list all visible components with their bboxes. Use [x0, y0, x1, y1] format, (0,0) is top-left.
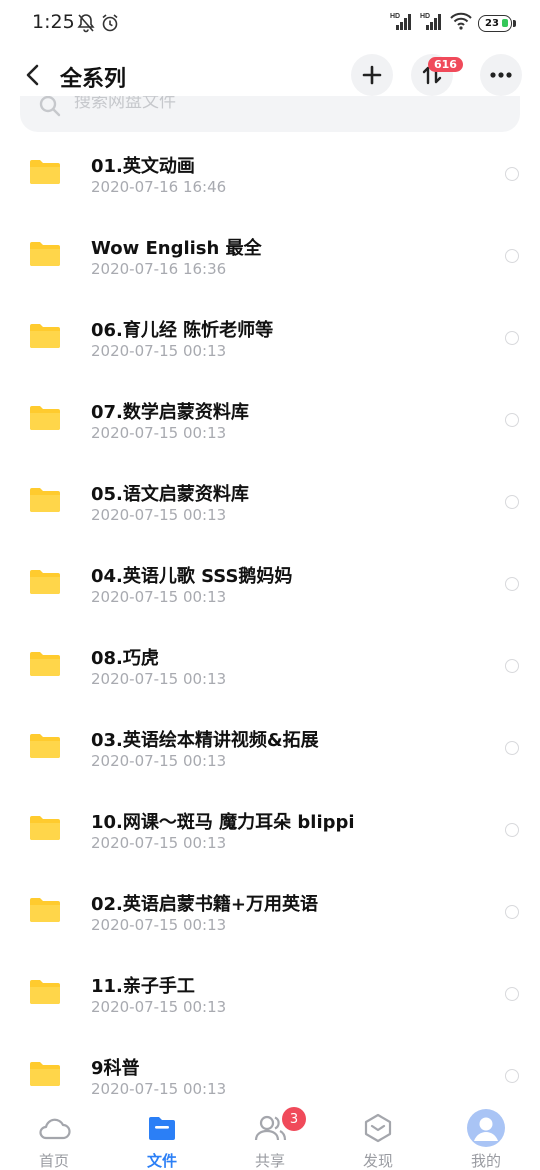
list-item[interactable]: 07.数学启蒙资料库 2020-07-15 00:13 — [0, 378, 540, 460]
file-name: Wow English 最全 — [91, 238, 262, 259]
select-checkbox[interactable] — [505, 413, 519, 427]
nav-files[interactable]: 文件 — [108, 1104, 216, 1170]
chevron-left-icon — [26, 64, 39, 86]
list-item[interactable]: 02.英语启蒙书籍+万用英语 2020-07-15 00:13 — [0, 870, 540, 952]
battery-level: 23 — [485, 17, 499, 29]
avatar-icon — [466, 1108, 506, 1148]
transfer-count-badge: 616 — [428, 57, 463, 72]
search-placeholder: 搜索网盘文件 — [74, 96, 176, 112]
wifi-icon — [450, 12, 472, 34]
file-name: 10.网课～斑马 魔力耳朵 blippi — [91, 812, 355, 833]
nav-home[interactable]: 首页 — [0, 1104, 108, 1170]
file-date: 2020-07-15 00:13 — [91, 588, 227, 606]
nav-share[interactable]: 共享 — [216, 1104, 324, 1170]
bottom-nav: 首页 文件 共享 发现 我的 — [0, 1104, 540, 1170]
nav-home-label: 首页 — [38, 1152, 69, 1170]
file-name: 07.数学启蒙资料库 — [91, 402, 249, 423]
list-item[interactable]: 05.语文启蒙资料库 2020-07-15 00:13 — [0, 460, 540, 542]
file-date: 2020-07-15 00:13 — [91, 916, 227, 934]
nav-me-label: 我的 — [470, 1152, 501, 1170]
status-time: 1:25 — [32, 11, 75, 33]
file-name: 11.亲子手工 — [91, 976, 195, 997]
search-bar[interactable]: 搜索网盘文件 — [20, 96, 520, 132]
folder-icon — [144, 1110, 180, 1146]
signal-icon-2: HD — [420, 11, 444, 35]
select-checkbox[interactable] — [505, 741, 519, 755]
svg-text:HD: HD — [390, 13, 400, 20]
file-date: 2020-07-15 00:13 — [91, 1080, 227, 1098]
signal-icon: HD — [390, 11, 414, 35]
select-checkbox[interactable] — [505, 905, 519, 919]
file-date: 2020-07-15 00:13 — [91, 998, 227, 1016]
nav-me[interactable]: 我的 — [432, 1104, 540, 1170]
nav-share-label: 共享 — [254, 1152, 285, 1170]
file-date: 2020-07-16 16:46 — [91, 178, 227, 196]
svg-text:HD: HD — [420, 13, 430, 20]
file-date: 2020-07-15 00:13 — [91, 342, 227, 360]
file-date: 2020-07-15 00:13 — [91, 670, 227, 688]
folder-icon — [30, 980, 60, 1004]
list-item[interactable]: 03.英语绘本精讲视频&拓展 2020-07-15 00:13 — [0, 706, 540, 788]
status-bar: 1:25 HD HD 23 — [0, 0, 540, 46]
folder-icon — [30, 652, 60, 676]
list-item[interactable]: 11.亲子手工 2020-07-15 00:13 — [0, 952, 540, 1034]
list-item[interactable]: 10.网课～斑马 魔力耳朵 blippi 2020-07-15 00:13 — [0, 788, 540, 870]
file-list: 01.英文动画 2020-07-16 16:46 Wow English 最全 202… — [0, 132, 540, 1116]
folder-icon — [30, 898, 60, 922]
share-count-badge: 3 — [282, 1107, 306, 1131]
file-name: 02.英语启蒙书籍+万用英语 — [91, 894, 318, 915]
folder-icon — [30, 406, 60, 430]
file-date: 2020-07-15 00:13 — [91, 752, 227, 770]
select-checkbox[interactable] — [505, 1069, 519, 1083]
search-icon — [38, 96, 62, 122]
folder-icon — [30, 734, 60, 758]
alarm-icon — [100, 13, 120, 37]
status-right: HD HD 23 — [390, 11, 516, 35]
file-name: 01.英文动画 — [91, 156, 195, 177]
folder-icon — [30, 488, 60, 512]
nav-discover-label: 发现 — [362, 1152, 393, 1170]
back-button[interactable] — [18, 60, 48, 90]
list-item[interactable]: 08.巧虎 2020-07-15 00:13 — [0, 624, 540, 706]
select-checkbox[interactable] — [505, 577, 519, 591]
folder-icon — [30, 1062, 60, 1086]
file-date: 2020-07-15 00:13 — [91, 424, 227, 442]
file-name: 05.语文启蒙资料库 — [91, 484, 249, 505]
file-name: 04.英语儿歌 SSS鹅妈妈 — [91, 566, 293, 587]
nav-files-label: 文件 — [146, 1152, 177, 1170]
plus-icon — [362, 65, 382, 85]
folder-icon — [30, 816, 60, 840]
select-checkbox[interactable] — [505, 659, 519, 673]
more-icon — [490, 72, 512, 78]
discover-icon — [360, 1110, 396, 1146]
more-button[interactable] — [480, 54, 522, 96]
battery-icon: 23 — [478, 14, 516, 32]
file-date: 2020-07-16 16:36 — [91, 260, 227, 278]
list-item[interactable]: 04.英语儿歌 SSS鹅妈妈 2020-07-15 00:13 — [0, 542, 540, 624]
list-item[interactable]: Wow English 最全 2020-07-16 16:36 — [0, 214, 540, 296]
file-name: 08.巧虎 — [91, 648, 159, 669]
folder-icon — [30, 324, 60, 348]
folder-icon — [30, 570, 60, 594]
select-checkbox[interactable] — [505, 249, 519, 263]
mute-notification-icon — [76, 13, 96, 37]
select-checkbox[interactable] — [505, 823, 519, 837]
file-name: 03.英语绘本精讲视频&拓展 — [91, 730, 319, 751]
folder-icon — [30, 160, 60, 184]
list-item[interactable]: 01.英文动画 2020-07-16 16:46 — [0, 132, 540, 214]
file-name: 9科普 — [91, 1058, 140, 1079]
file-date: 2020-07-15 00:13 — [91, 834, 227, 852]
list-item[interactable]: 06.育儿经 陈忻老师等 2020-07-15 00:13 — [0, 296, 540, 378]
select-checkbox[interactable] — [505, 331, 519, 345]
folder-icon — [30, 242, 60, 266]
nav-discover[interactable]: 发现 — [324, 1104, 432, 1170]
select-checkbox[interactable] — [505, 987, 519, 1001]
select-checkbox[interactable] — [505, 495, 519, 509]
page-title: 全系列 — [60, 67, 127, 92]
file-name: 06.育儿经 陈忻老师等 — [91, 320, 274, 341]
file-date: 2020-07-15 00:13 — [91, 506, 227, 524]
select-checkbox[interactable] — [505, 167, 519, 181]
cloud-icon — [36, 1110, 72, 1146]
add-button[interactable] — [351, 54, 393, 96]
